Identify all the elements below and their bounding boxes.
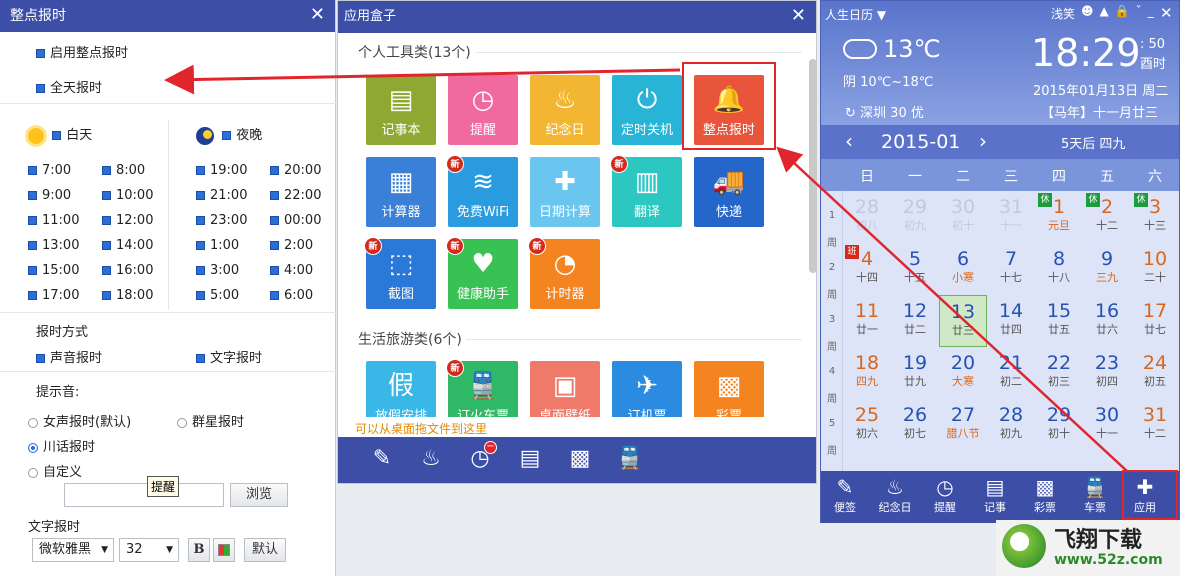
leaf-logo-icon [1002,524,1046,568]
watermark-logo: 飞翔下载 www.52z.com [996,520,1180,576]
annotation-arrows [164,64,1129,473]
